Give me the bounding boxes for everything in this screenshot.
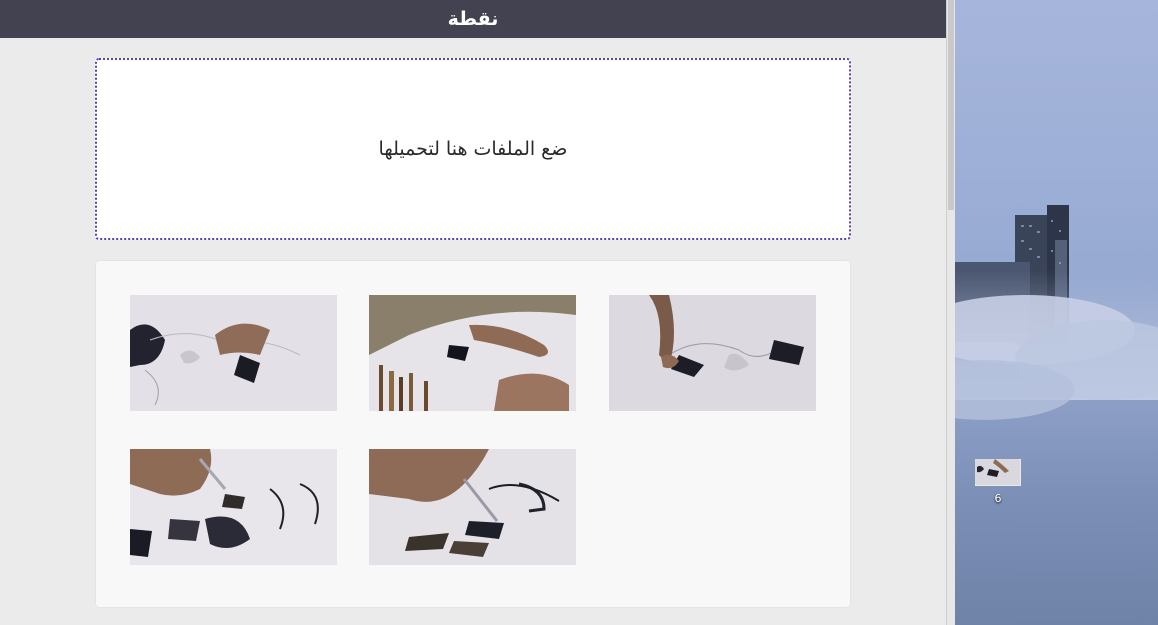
file-drop-zone[interactable]: ضع الملفات هنا لتحميلها [95, 58, 851, 240]
desktop-file-label: 6 [994, 492, 1002, 505]
window-title: نقطة [0, 0, 946, 38]
calligraphy-photo-icon [369, 449, 576, 565]
image-gallery [96, 261, 850, 607]
calligraphy-photo-icon [130, 295, 337, 411]
app-window: نقطة ضع الملفات هنا لتحميلها [0, 0, 946, 625]
desktop-image-file[interactable]: 6 [975, 459, 1021, 505]
drop-zone-text: ضع الملفات هنا لتحميلها [378, 138, 568, 160]
image-file-icon [975, 459, 1021, 486]
gallery-image-1[interactable] [609, 295, 816, 411]
gallery-image-3[interactable] [130, 295, 337, 411]
scrollbar-thumb[interactable] [948, 0, 954, 210]
foggy-city-wallpaper [955, 205, 1158, 420]
gallery-image-2[interactable] [369, 295, 576, 411]
desktop-background: 6 [955, 0, 1158, 625]
calligraphy-photo-icon [609, 295, 816, 411]
calligraphy-photo-icon [369, 295, 576, 411]
vertical-scrollbar[interactable] [946, 0, 955, 625]
gallery-image-5[interactable] [130, 449, 337, 565]
calligraphy-photo-icon [130, 449, 337, 565]
gallery-image-4[interactable] [369, 449, 576, 565]
